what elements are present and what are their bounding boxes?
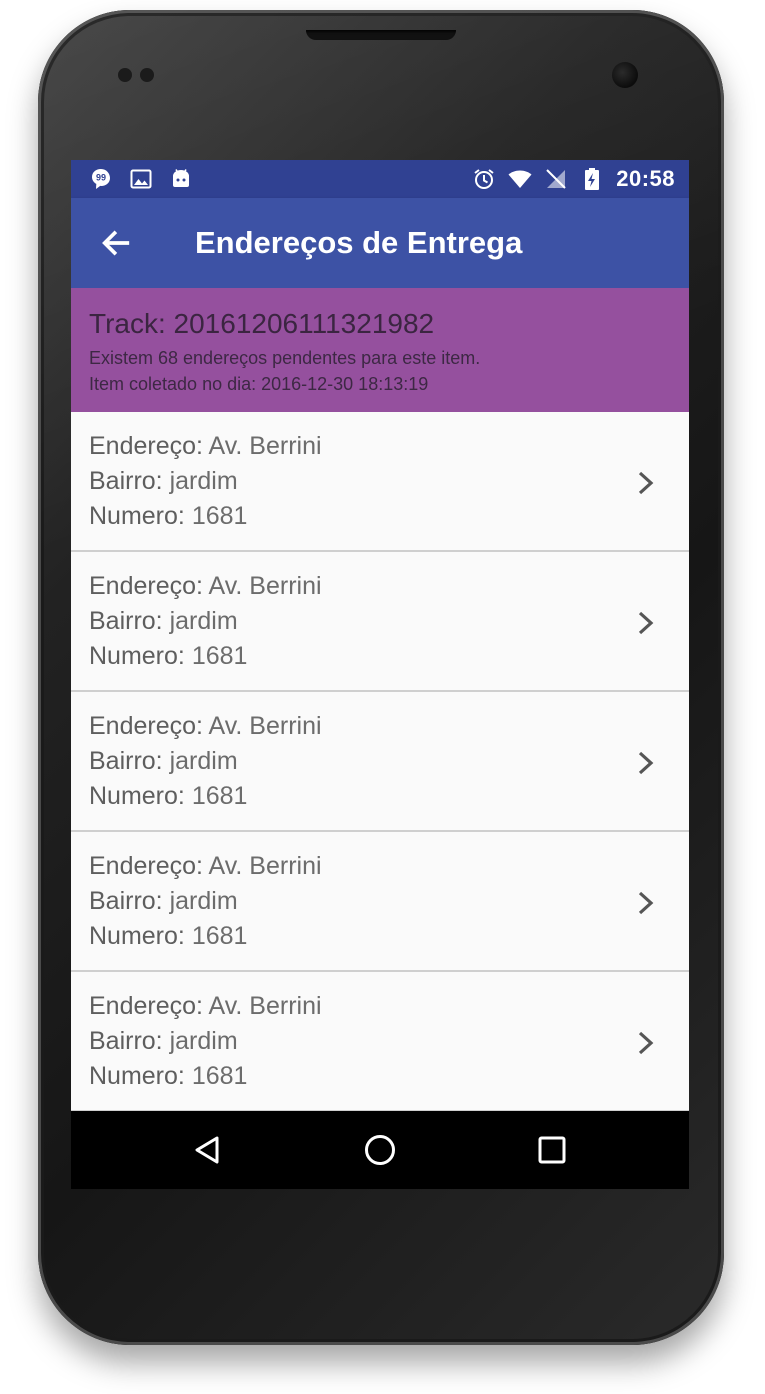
- status-bar: 99 20:58: [71, 160, 689, 198]
- phone-earpiece: [306, 30, 456, 40]
- svg-text:99: 99: [96, 173, 106, 183]
- address-label: Endereço:: [89, 992, 203, 1020]
- neighborhood-row: Bairro: jardim: [89, 467, 238, 496]
- number-value: 1681: [191, 642, 248, 670]
- neighborhood-row: Bairro: jardim: [89, 607, 238, 636]
- number-label: Numero:: [89, 502, 185, 530]
- list-item[interactable]: Endereço: Av. Berrini Bairro: jardim Num…: [71, 832, 689, 972]
- chevron-right-icon: [638, 891, 654, 915]
- navigation-bar: [71, 1111, 689, 1189]
- address-row: Endereço: Av. Berrini: [89, 992, 322, 1021]
- wifi-icon: [508, 170, 532, 188]
- number-row: Numero: 1681: [89, 922, 247, 951]
- neighborhood-value: jardim: [169, 747, 238, 775]
- neighborhood-label: Bairro:: [89, 887, 163, 915]
- neighborhood-value: jardim: [169, 467, 238, 495]
- address-row: Endereço: Av. Berrini: [89, 572, 322, 601]
- address-value: Av. Berrini: [208, 712, 322, 740]
- address-row: Endereço: Av. Berrini: [89, 852, 322, 881]
- number-row: Numero: 1681: [89, 642, 247, 671]
- recents-square-icon[interactable]: [535, 1133, 569, 1167]
- track-info-panel: Track: 20161206111321982 Existem 68 ende…: [71, 288, 689, 412]
- phone-sensor: [118, 68, 132, 82]
- address-value: Av. Berrini: [208, 432, 322, 460]
- number-label: Numero:: [89, 922, 185, 950]
- address-row: Endereço: Av. Berrini: [89, 432, 322, 461]
- list-item[interactable]: Endereço: Av. Berrini Bairro: jardim Num…: [71, 412, 689, 552]
- number-row: Numero: 1681: [89, 782, 247, 811]
- arrow-left-icon[interactable]: [99, 226, 133, 260]
- address-label: Endereço:: [89, 712, 203, 740]
- battery-charging-icon: [585, 168, 600, 190]
- neighborhood-row: Bairro: jardim: [89, 747, 238, 776]
- address-label: Endereço:: [89, 432, 203, 460]
- neighborhood-label: Bairro:: [89, 1027, 163, 1055]
- page-title: Endereços de Entrega: [195, 225, 523, 260]
- chat-bubble-icon: 99: [92, 169, 110, 189]
- track-number: 20161206111321982: [173, 308, 435, 339]
- android-icon: [173, 169, 189, 187]
- neighborhood-row: Bairro: jardim: [89, 1027, 238, 1056]
- front-camera: [612, 62, 638, 88]
- number-value: 1681: [191, 922, 248, 950]
- neighborhood-label: Bairro:: [89, 747, 163, 775]
- address-value: Av. Berrini: [208, 572, 322, 600]
- number-row: Numero: 1681: [89, 1062, 247, 1091]
- pending-count-text: Existem 68 endereços pendentes para este…: [89, 348, 481, 368]
- neighborhood-row: Bairro: jardim: [89, 887, 238, 916]
- phone-sensor: [140, 68, 154, 82]
- chevron-right-icon: [638, 751, 654, 775]
- image-icon: [130, 169, 152, 189]
- neighborhood-label: Bairro:: [89, 467, 163, 495]
- address-row: Endereço: Av. Berrini: [89, 712, 322, 741]
- address-value: Av. Berrini: [208, 852, 322, 880]
- status-clock: 20:58: [616, 166, 675, 191]
- number-row: Numero: 1681: [89, 502, 247, 531]
- track-label: Track:: [89, 308, 166, 339]
- neighborhood-value: jardim: [169, 607, 238, 635]
- number-label: Numero:: [89, 1062, 185, 1090]
- number-label: Numero:: [89, 642, 185, 670]
- number-label: Numero:: [89, 782, 185, 810]
- neighborhood-value: jardim: [169, 1027, 238, 1055]
- number-value: 1681: [191, 1062, 248, 1090]
- address-value: Av. Berrini: [208, 992, 322, 1020]
- track-line: Track: 20161206111321982: [89, 308, 434, 340]
- chevron-right-icon: [638, 611, 654, 635]
- no-signal-icon: [546, 169, 566, 189]
- list-item[interactable]: Endereço: Av. Berrini Bairro: jardim Num…: [71, 552, 689, 692]
- app-bar: Endereços de Entrega: [71, 198, 689, 288]
- collected-date-text: Item coletado no dia: 2016-12-30 18:13:1…: [89, 374, 429, 394]
- neighborhood-value: jardim: [169, 887, 238, 915]
- list-item[interactable]: Endereço: Av. Berrini Bairro: jardim Num…: [71, 692, 689, 832]
- chevron-right-icon: [638, 1031, 654, 1055]
- neighborhood-label: Bairro:: [89, 607, 163, 635]
- home-circle-icon[interactable]: [363, 1133, 397, 1167]
- number-value: 1681: [191, 502, 248, 530]
- screen: 99 20:58 Endereços de Entrega Track: 201…: [71, 160, 689, 1189]
- back-triangle-icon[interactable]: [191, 1133, 225, 1167]
- alarm-icon: [474, 169, 494, 189]
- list-item[interactable]: Endereço: Av. Berrini Bairro: jardim Num…: [71, 972, 689, 1112]
- chevron-right-icon: [638, 471, 654, 495]
- address-label: Endereço:: [89, 852, 203, 880]
- address-list: Endereço: Av. Berrini Bairro: jardim Num…: [71, 412, 689, 1112]
- number-value: 1681: [191, 782, 248, 810]
- address-label: Endereço:: [89, 572, 203, 600]
